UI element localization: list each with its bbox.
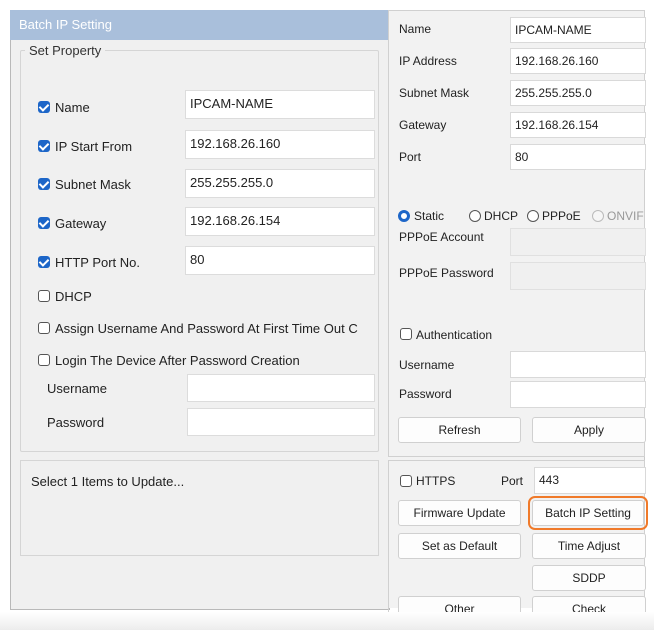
right-subnet-mask-label: Subnet Mask xyxy=(399,86,470,100)
bottom-edge-shadow xyxy=(0,612,654,630)
set-property-legend: Set Property xyxy=(25,43,106,58)
update-status-text: Select 1 Items to Update... xyxy=(31,474,185,489)
ip-address-field[interactable]: 192.168.26.160 xyxy=(510,48,646,74)
sddp-button[interactable]: SDDP xyxy=(532,565,646,591)
http-port-checkbox[interactable] xyxy=(38,256,50,268)
http-port-label: HTTP Port No. xyxy=(55,255,141,270)
auth-password-label: Password xyxy=(399,387,452,401)
ip-start-field[interactable]: 192.168.26.160 xyxy=(185,130,375,159)
https-port-field[interactable]: 443 xyxy=(534,467,646,494)
name-field[interactable]: IPCAM-NAME xyxy=(185,90,375,119)
pppoe-account-field xyxy=(510,228,646,256)
dialog-title: Batch IP Setting xyxy=(19,17,112,32)
dhcp-radio-label: DHCP xyxy=(484,209,519,223)
auth-username-label: Username xyxy=(399,358,455,372)
dialog-username-field[interactable] xyxy=(187,374,375,402)
dialog-password-field[interactable] xyxy=(187,408,375,436)
https-checkbox[interactable] xyxy=(400,475,412,487)
assign-credentials-label: Assign Username And Password At First Ti… xyxy=(55,321,358,336)
https-label: HTTPS xyxy=(416,474,456,488)
gateway-field[interactable]: 192.168.26.154 xyxy=(185,207,375,236)
right-port-field[interactable]: 80 xyxy=(510,144,646,170)
name-label: Name xyxy=(55,100,90,115)
auth-password-field[interactable] xyxy=(510,381,646,408)
right-gateway-field[interactable]: 192.168.26.154 xyxy=(510,112,646,138)
pppoe-password-field xyxy=(510,262,646,290)
right-port-label: Port xyxy=(399,150,422,164)
gateway-label: Gateway xyxy=(55,216,107,231)
subnet-mask-label: Subnet Mask xyxy=(55,177,131,192)
dialog-password-label: Password xyxy=(47,415,105,430)
login-after-creation-checkbox[interactable] xyxy=(38,354,50,366)
login-after-creation-label: Login The Device After Password Creation xyxy=(55,353,300,368)
firmware-update-button[interactable]: Firmware Update xyxy=(398,500,521,526)
pppoe-radio[interactable] xyxy=(527,210,539,222)
batch-ip-setting-button[interactable]: Batch IP Setting xyxy=(528,496,648,530)
set-as-default-button[interactable]: Set as Default xyxy=(398,533,521,559)
dialog-title-bar: Batch IP Setting xyxy=(10,10,388,40)
auth-username-field[interactable] xyxy=(510,351,646,378)
pppoe-password-label: PPPoE Password xyxy=(399,266,494,280)
name-checkbox[interactable] xyxy=(38,101,50,113)
device-name-field[interactable]: IPCAM-NAME xyxy=(510,17,646,43)
right-gateway-label: Gateway xyxy=(399,118,447,132)
http-port-field[interactable]: 80 xyxy=(185,246,375,275)
time-adjust-button[interactable]: Time Adjust xyxy=(532,533,646,559)
ip-address-label: IP Address xyxy=(399,54,457,68)
apply-button[interactable]: Apply xyxy=(532,417,646,443)
assign-credentials-checkbox[interactable] xyxy=(38,322,50,334)
static-radio[interactable] xyxy=(398,210,410,222)
dhcp-label: DHCP xyxy=(55,289,92,304)
device-name-label: Name xyxy=(399,22,432,36)
subnet-mask-field[interactable]: 255.255.255.0 xyxy=(185,169,375,198)
authentication-label: Authentication xyxy=(416,328,493,342)
static-label: Static xyxy=(414,209,445,223)
ip-start-checkbox[interactable] xyxy=(38,140,50,152)
pppoe-account-label: PPPoE Account xyxy=(399,230,484,244)
pppoe-label: PPPoE xyxy=(542,209,581,223)
gateway-checkbox[interactable] xyxy=(38,217,50,229)
onvif-radio xyxy=(592,210,604,222)
ip-start-label: IP Start From xyxy=(55,139,133,154)
authentication-checkbox[interactable] xyxy=(400,328,412,340)
dialog-username-label: Username xyxy=(47,381,107,396)
dhcp-radio[interactable] xyxy=(469,210,481,222)
dhcp-checkbox[interactable] xyxy=(38,290,50,302)
onvif-label: ONVIF xyxy=(607,209,644,223)
subnet-mask-checkbox[interactable] xyxy=(38,178,50,190)
right-subnet-mask-field[interactable]: 255.255.255.0 xyxy=(510,80,646,106)
https-port-label: Port xyxy=(501,474,524,488)
refresh-button[interactable]: Refresh xyxy=(398,417,521,443)
